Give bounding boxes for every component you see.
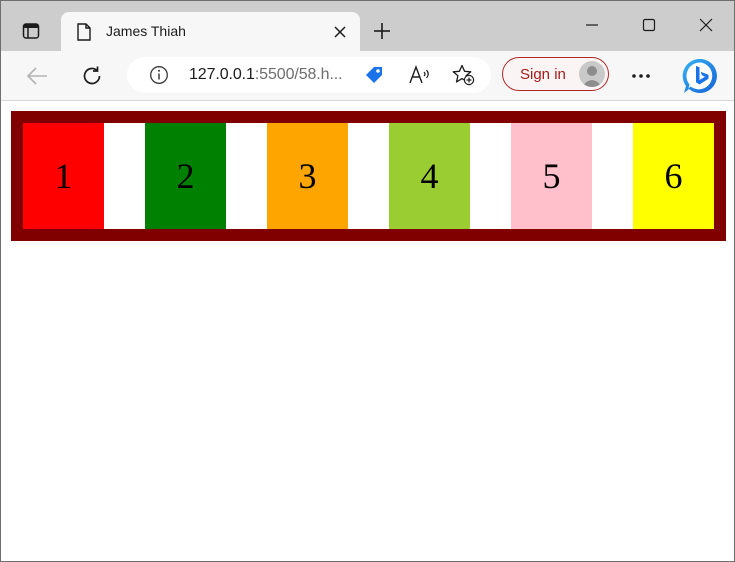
sign-in-label: Sign in [520, 66, 566, 83]
sign-in-button[interactable]: Sign in [502, 57, 609, 91]
tab-actions-icon[interactable] [12, 13, 50, 49]
read-aloud-icon[interactable] [408, 65, 432, 85]
page-viewport: 1 2 3 4 5 6 [1, 101, 734, 561]
box-4: 4 [389, 123, 470, 229]
back-arrow-icon[interactable] [23, 62, 51, 90]
url-path: :5500/58.h... [254, 66, 343, 83]
box-3-label: 3 [298, 156, 317, 196]
favorites-add-icon[interactable] [451, 64, 475, 86]
box-2: 2 [145, 123, 226, 229]
browser-toolbar: 127.0.0.1:5500/58.h... Sign in [1, 51, 734, 101]
tag-icon[interactable] [363, 64, 385, 86]
close-window-icon[interactable] [694, 13, 718, 37]
plus-icon[interactable] [371, 20, 393, 42]
more-icon[interactable] [627, 62, 655, 90]
box-2-label: 2 [176, 156, 195, 196]
box-4-label: 4 [420, 156, 439, 196]
box-5-label: 5 [542, 156, 561, 196]
refresh-icon[interactable] [78, 62, 106, 90]
avatar [579, 61, 605, 87]
maximize-icon[interactable] [637, 13, 661, 37]
flex-inner: 1 2 3 4 5 6 [23, 123, 714, 229]
minimize-icon[interactable] [580, 13, 604, 37]
box-1: 1 [23, 123, 104, 229]
box-5: 5 [511, 123, 592, 229]
box-6: 6 [633, 123, 714, 229]
box-3: 3 [267, 123, 348, 229]
address-bar[interactable]: 127.0.0.1:5500/58.h... [127, 57, 491, 93]
tab-title: James Thiah [106, 23, 186, 39]
box-1-label: 1 [54, 156, 73, 196]
url-host: 127.0.0.1 [189, 66, 255, 83]
tab-active[interactable]: James Thiah [61, 12, 360, 51]
close-icon[interactable] [330, 22, 350, 42]
flex-container: 1 2 3 4 5 6 [11, 111, 726, 241]
tab-strip: James Thiah [1, 1, 734, 51]
info-icon[interactable] [149, 65, 169, 85]
bing-icon[interactable] [681, 56, 721, 96]
browser-window: James Thiah 127.0.0.1:5500/58.h... Sign … [0, 0, 735, 562]
box-6-label: 6 [664, 156, 683, 196]
url-text[interactable]: 127.0.0.1:5500/58.h... [189, 66, 343, 84]
page-icon [75, 22, 93, 42]
